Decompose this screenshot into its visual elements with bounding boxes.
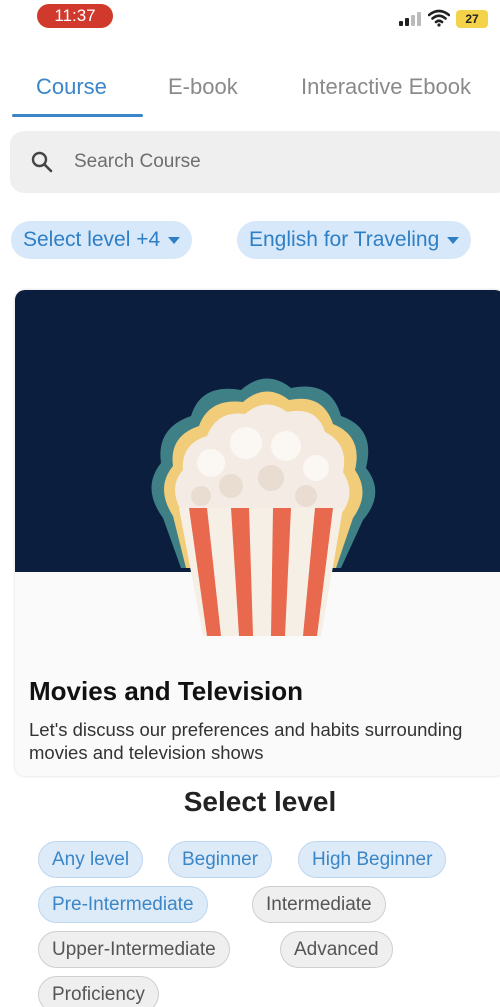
wifi-icon bbox=[428, 9, 450, 27]
topic-filter-label: English for Traveling bbox=[249, 228, 440, 251]
level-chip-any-level[interactable]: Any level bbox=[38, 841, 144, 878]
signal-icon bbox=[399, 12, 421, 26]
level-chip-upper-intermediate[interactable]: Upper-Intermediate bbox=[38, 931, 230, 968]
level-chip-proficiency[interactable]: Proficiency bbox=[38, 976, 159, 1007]
battery-icon: 27 bbox=[456, 10, 488, 28]
tab-ebook[interactable]: E-book bbox=[168, 74, 238, 100]
caret-down-icon bbox=[168, 236, 181, 244]
status-time: 11:37 bbox=[37, 4, 113, 28]
search-icon bbox=[31, 151, 53, 173]
search-bar[interactable] bbox=[10, 131, 500, 193]
active-tab-indicator bbox=[12, 114, 143, 117]
topic-filter-dropdown[interactable]: English for Traveling bbox=[237, 221, 472, 259]
level-chip-pre-intermediate[interactable]: Pre-Intermediate bbox=[38, 886, 208, 923]
popcorn-illustration-icon bbox=[151, 378, 376, 636]
level-chip-advanced[interactable]: Advanced bbox=[280, 931, 393, 968]
level-chip-intermediate[interactable]: Intermediate bbox=[252, 886, 386, 923]
level-filter-dropdown[interactable]: Select level +4 bbox=[11, 221, 193, 259]
course-title: Movies and Television bbox=[29, 676, 304, 706]
level-chip-beginner[interactable]: Beginner bbox=[168, 841, 273, 878]
tab-course[interactable]: Course bbox=[36, 74, 107, 100]
select-level-title: Select level bbox=[183, 786, 337, 817]
level-filter-label: Select level +4 bbox=[23, 228, 161, 251]
course-description: Let's discuss our preferences and habits… bbox=[29, 719, 463, 763]
search-input[interactable] bbox=[74, 131, 474, 193]
caret-down-icon bbox=[447, 236, 460, 244]
level-chip-high-beginner[interactable]: High Beginner bbox=[298, 841, 447, 878]
course-card[interactable]: Movies and Television Let's discuss our … bbox=[15, 290, 500, 776]
status-bar: 11:37 27 bbox=[0, 0, 500, 40]
content-type-tabs: Course E-book Interactive Ebook bbox=[0, 58, 500, 118]
tab-interactive-ebook[interactable]: Interactive Ebook bbox=[301, 74, 471, 100]
